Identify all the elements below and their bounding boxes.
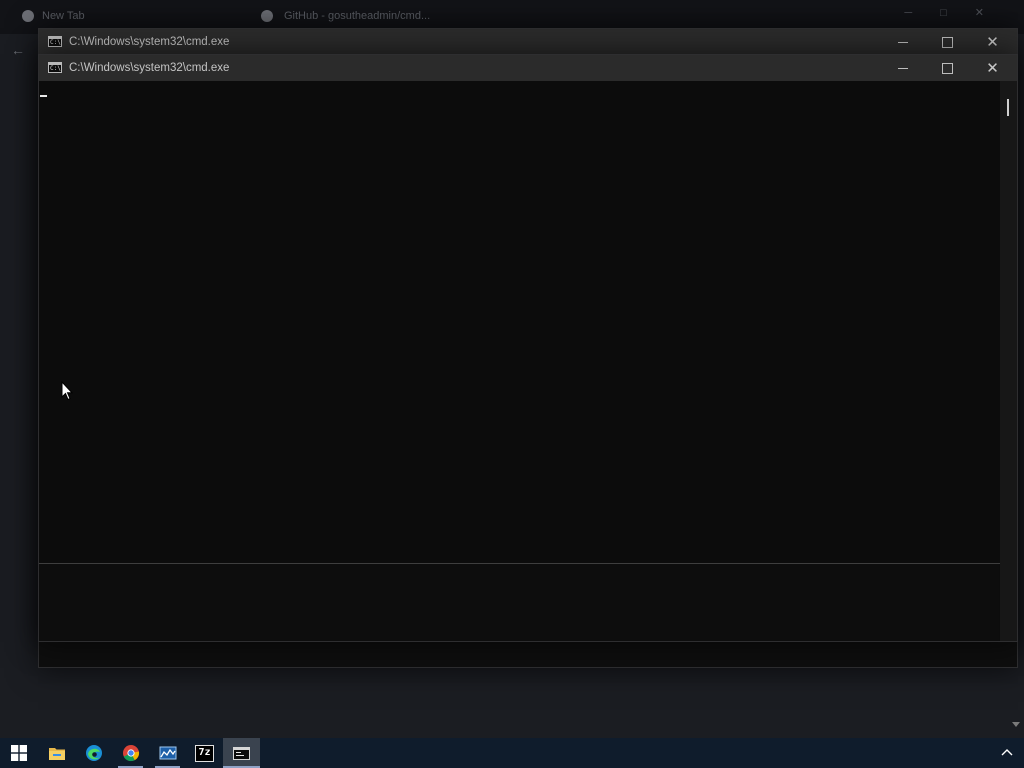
browser-window-controls: ─□✕ bbox=[904, 7, 1012, 19]
console-lower-strip bbox=[39, 641, 1017, 667]
github-tab-icon bbox=[261, 10, 273, 22]
chrome-tab-icon bbox=[22, 10, 34, 22]
back-arrow-icon[interactable]: ← bbox=[11, 42, 25, 58]
taskbar: 7z bbox=[0, 738, 1024, 768]
maximize-icon bbox=[942, 36, 953, 48]
mouse-pointer-icon bbox=[61, 381, 73, 401]
taskbar-file-explorer[interactable] bbox=[38, 738, 75, 768]
cmd-app-icon bbox=[48, 36, 62, 47]
maximize-icon bbox=[942, 62, 953, 74]
window-title: C:\Windows\system32\cmd.exe bbox=[69, 62, 230, 74]
maximize-button[interactable] bbox=[925, 55, 970, 81]
minimize-icon bbox=[897, 41, 908, 43]
window-title: C:\Windows\system32\cmd.exe bbox=[69, 36, 230, 48]
close-icon: ✕ bbox=[986, 58, 999, 77]
minimize-button[interactable] bbox=[880, 29, 925, 55]
vertical-scrollbar[interactable] bbox=[1000, 81, 1017, 641]
edge-browser-icon bbox=[85, 745, 102, 761]
taskbar-edge[interactable] bbox=[75, 738, 112, 768]
scrollbar-thumb[interactable] bbox=[1007, 99, 1009, 116]
7zip-label: 7z bbox=[198, 747, 211, 758]
text-cursor bbox=[40, 95, 47, 97]
console-output-area[interactable] bbox=[39, 81, 999, 561]
titlebar[interactable]: C:\Windows\system32\cmd.exe ✕ bbox=[39, 55, 1017, 81]
close-button[interactable]: ✕ bbox=[970, 55, 1015, 81]
show-hidden-icons-chevron-icon[interactable] bbox=[1001, 748, 1013, 756]
scroll-down-arrow-icon[interactable] bbox=[1012, 722, 1020, 727]
cmd-app-icon bbox=[48, 62, 62, 73]
chrome-browser-icon bbox=[122, 745, 139, 762]
browser-tab-title[interactable]: New Tab bbox=[42, 10, 85, 22]
monitor-chart-icon bbox=[159, 746, 176, 759]
browser-tab-title[interactable]: GitHub - gosutheadmin/cmd... bbox=[284, 10, 430, 22]
maximize-button[interactable] bbox=[925, 29, 970, 55]
taskbar-chrome[interactable] bbox=[112, 738, 149, 768]
cmd-window-front[interactable]: C:\Windows\system32\cmd.exe ✕ bbox=[38, 54, 1018, 642]
titlebar[interactable]: C:\Windows\system32\cmd.exe ✕ bbox=[39, 29, 1017, 55]
taskbar-cmd[interactable] bbox=[223, 738, 260, 768]
windows-logo-icon bbox=[10, 745, 27, 761]
start-button[interactable] bbox=[0, 738, 37, 768]
cmd-terminal-icon bbox=[233, 746, 250, 760]
close-button[interactable]: ✕ bbox=[970, 29, 1015, 55]
taskbar-7zip[interactable]: 7z bbox=[186, 738, 223, 768]
minimize-button[interactable] bbox=[880, 55, 925, 81]
folder-icon bbox=[48, 747, 65, 760]
minimize-icon bbox=[897, 67, 908, 69]
7zip-icon: 7z bbox=[195, 744, 214, 762]
console-lower-area[interactable] bbox=[39, 564, 999, 641]
taskbar-resource-monitor[interactable] bbox=[149, 738, 186, 768]
close-icon: ✕ bbox=[986, 32, 999, 51]
